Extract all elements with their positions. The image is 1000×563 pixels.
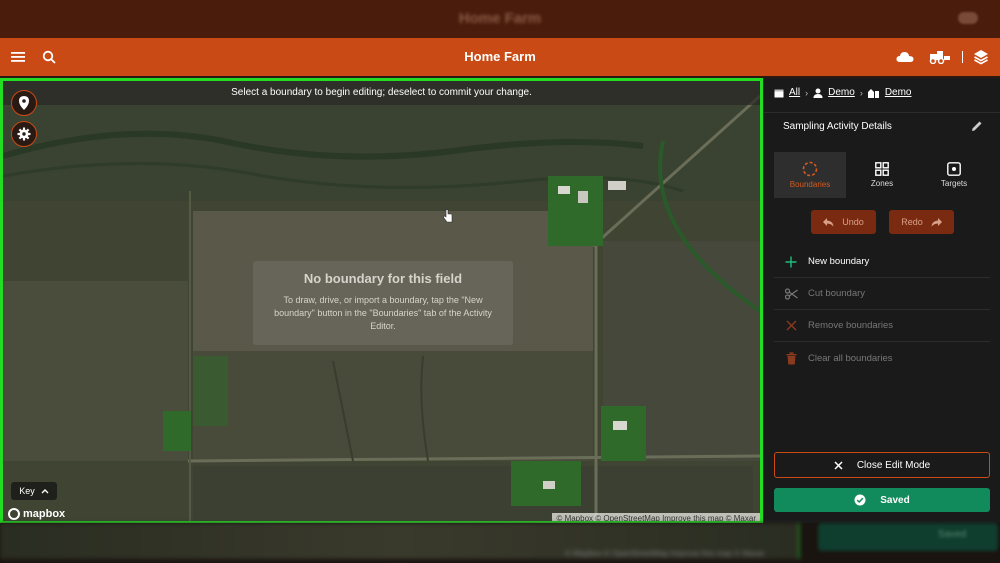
no-boundary-title: No boundary for this field [303,271,463,286]
redo-arrow-icon [931,217,942,226]
calendar-icon [774,89,784,97]
undo-redo-group: Undo Redo [811,210,954,234]
tractor-icon[interactable] [928,47,952,67]
pencil-icon[interactable] [971,120,983,132]
backdrop-cloud-icon [958,12,978,24]
edit-instruction-banner: Select a boundary to begin editing; dese… [3,81,760,105]
close-edit-mode-label: Close Edit Mode [856,459,931,471]
tab-boundaries-label: Boundaries [789,180,831,189]
remove-boundaries-button[interactable]: Remove boundaries [774,310,990,342]
activity-details-row: Sampling Activity Details [764,112,1000,140]
grid-icon [875,162,889,176]
map-settings-button[interactable] [11,121,37,147]
boundary-actions-list: New boundary Cut boundary Remove boundar… [774,246,990,374]
mapbox-logo[interactable]: mapbox [8,508,65,520]
location-pin-icon [19,96,29,110]
backdrop-saved-label: Saved [938,529,967,540]
breadcrumb-org[interactable]: Demo [828,87,855,98]
breadcrumb-all[interactable]: All [789,87,800,98]
check-circle-icon [854,494,866,506]
backdrop-footer: © Mapbox © OpenStreetMap Improve this ma… [0,523,1000,563]
boundary-dashed-icon [802,161,818,177]
farm-icon [867,88,879,98]
target-icon [947,162,961,176]
header-divider [962,51,963,63]
activity-details-title: Sampling Activity Details [783,121,892,132]
new-boundary-button[interactable]: New boundary [774,246,990,278]
hand-cursor-icon [443,209,453,223]
backdrop-header: Home Farm [0,0,1000,38]
tab-boundaries[interactable]: Boundaries [774,152,846,198]
no-boundary-message: To draw, drive, or import a boundary, ta… [274,295,492,331]
backdrop-title: Home Farm [458,10,542,27]
tab-zones[interactable]: Zones [846,152,918,198]
layers-icon[interactable] [971,47,991,67]
mapbox-logo-text: mapbox [23,508,66,520]
app-window: Home Farm Home Farm Select a boundary to… [0,0,1000,563]
clear-all-boundaries-label: Clear all boundaries [808,352,893,364]
undo-arrow-icon [823,217,834,226]
close-edit-mode-button[interactable]: Close Edit Mode [774,452,990,478]
redo-label: Redo [901,217,923,227]
undo-label: Undo [842,217,864,227]
new-boundary-label: New boundary [808,256,870,267]
cut-boundary-button[interactable]: Cut boundary [774,278,990,310]
clear-all-boundaries-button[interactable]: Clear all boundaries [774,342,990,374]
location-pin-button[interactable] [11,90,37,116]
undo-button[interactable]: Undo [811,210,876,234]
activity-editor-panel: All › Demo › Demo Sampling Activity Deta… [763,78,1000,524]
chevron-right-icon: › [859,87,863,98]
breadcrumb-farm[interactable]: Demo [885,87,912,98]
map-key-label: Key [19,486,35,496]
tab-targets-label: Targets [940,179,968,188]
cut-boundary-label: Cut boundary [808,288,866,299]
map-view[interactable]: Select a boundary to begin editing; dese… [0,78,763,524]
breadcrumb: All › Demo › Demo [774,87,912,98]
tab-zones-label: Zones [870,179,894,188]
mapbox-logo-icon [8,508,20,520]
redo-button[interactable]: Redo [889,210,954,234]
map-key-button[interactable]: Key [11,482,57,500]
saved-label: Saved [880,494,910,506]
plus-icon [784,255,798,269]
no-boundary-card: No boundary for this field To draw, driv… [253,261,513,345]
backdrop-saved-button: Saved [818,523,998,551]
saved-button[interactable]: Saved [774,488,990,512]
close-icon [834,460,843,470]
chevron-right-icon: › [805,87,809,98]
remove-boundaries-label: Remove boundaries [808,320,894,331]
user-icon [813,88,823,98]
x-icon [784,319,798,333]
backdrop-attribution: © Mapbox © OpenStreetMap Improve this ma… [565,549,765,558]
app-header: Home Farm [0,38,1000,76]
backdrop-map-strip: © Mapbox © OpenStreetMap Improve this ma… [0,523,800,559]
chevron-up-icon [41,489,49,494]
gear-icon [17,127,31,141]
cloud-icon[interactable] [895,47,915,67]
trash-icon [784,351,798,365]
scissors-icon [784,287,798,301]
editor-tabs: Boundaries Zones Targets [774,152,990,198]
page-title: Home Farm [464,49,536,64]
tab-targets[interactable]: Targets [918,152,990,198]
